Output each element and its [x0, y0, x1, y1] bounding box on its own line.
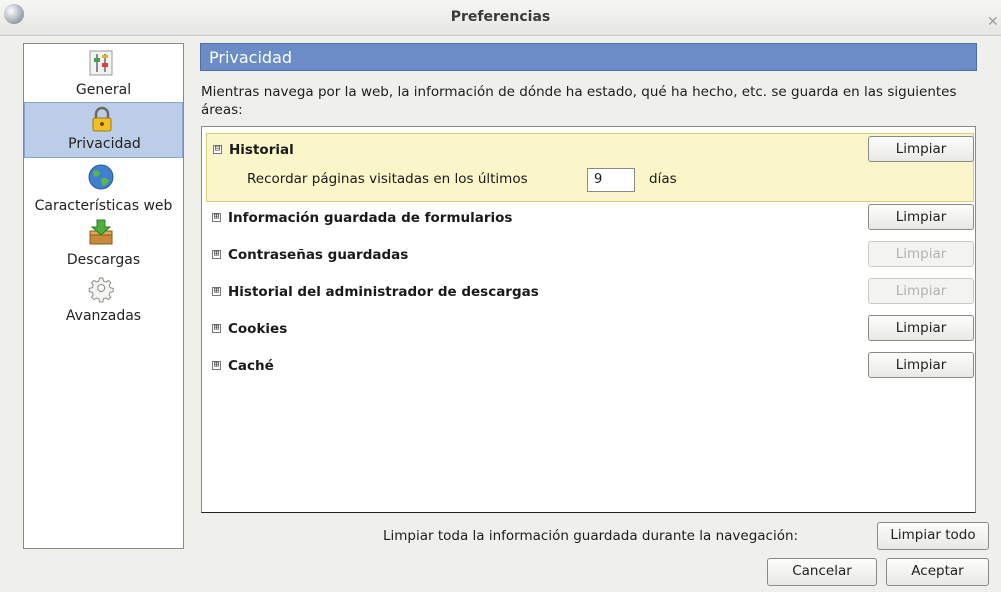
section-name[interactable]: Historial del administrador de descargas [228, 284, 539, 300]
category-caracteristicas-web[interactable]: Características web [24, 162, 183, 216]
download-box-icon [86, 218, 116, 248]
close-icon[interactable]: ✕ [987, 14, 1001, 30]
remember-label: Recordar páginas visitadas en los último… [247, 171, 528, 187]
clear-all-button[interactable]: Limpiar todo [877, 522, 989, 550]
days-unit-label: días [649, 171, 677, 187]
privacy-sections-list: ⊟ Historial Limpiar Recordar páginas vis… [201, 126, 976, 513]
privacy-panel: Privacidad Mientras navega por la web, l… [200, 43, 977, 513]
section-contrasenas: ⊞ Contraseñas guardadas Limpiar [206, 237, 974, 273]
section-name[interactable]: Caché [228, 358, 274, 374]
sliders-icon [86, 48, 116, 78]
section-cookies: ⊞ Cookies Limpiar [206, 311, 974, 347]
expand-icon[interactable]: ⊞ [212, 213, 221, 222]
clear-contrasenas-button: Limpiar [868, 241, 974, 267]
category-privacidad[interactable]: Privacidad [24, 102, 183, 158]
collapse-icon[interactable]: ⊟ [213, 145, 222, 154]
title-bar: Preferencias ✕ [0, 0, 1001, 36]
expand-icon[interactable]: ⊞ [212, 324, 221, 333]
category-general[interactable]: General [24, 44, 183, 104]
section-formularios: ⊞ Información guardada de formularios Li… [206, 200, 974, 236]
section-descargas: ⊞ Historial del administrador de descarg… [206, 274, 974, 310]
section-name[interactable]: Cookies [228, 321, 287, 337]
padlock-icon [87, 104, 117, 134]
clear-cache-button[interactable]: Limpiar [868, 352, 974, 378]
section-name[interactable]: Información guardada de formularios [228, 210, 512, 226]
clear-descargas-button: Limpiar [868, 278, 974, 304]
clear-historial-button[interactable]: Limpiar [868, 136, 974, 162]
panel-title: Privacidad [209, 48, 293, 67]
expand-icon[interactable]: ⊞ [212, 250, 221, 259]
days-input[interactable]: 9 [587, 168, 635, 192]
panel-header: Privacidad [200, 43, 977, 71]
globe-icon [86, 162, 116, 192]
expand-icon[interactable]: ⊞ [212, 287, 221, 296]
window-title: Preferencias [450, 9, 551, 25]
accept-button[interactable]: Aceptar [886, 558, 989, 586]
section-name[interactable]: Contraseñas guardadas [228, 247, 408, 263]
category-label: Descargas [66, 252, 141, 268]
gear-icon [86, 274, 116, 304]
expand-icon[interactable]: ⊞ [212, 361, 221, 370]
section-name[interactable]: Historial [229, 142, 294, 158]
clear-cookies-button[interactable]: Limpiar [868, 315, 974, 341]
clear-formularios-button[interactable]: Limpiar [868, 204, 974, 230]
category-label: Avanzadas [65, 308, 142, 324]
category-avanzadas[interactable]: Avanzadas [24, 274, 183, 328]
category-label: Privacidad [68, 136, 141, 152]
category-label: Características web [34, 198, 173, 214]
category-label: General [75, 82, 132, 98]
cancel-button[interactable]: Cancelar [767, 558, 877, 586]
section-cache: ⊞ Caché Limpiar [206, 348, 974, 384]
panel-description: Mientras navega por la web, la informaci… [201, 84, 957, 118]
section-historial: ⊟ Historial Limpiar Recordar páginas vis… [206, 133, 974, 202]
preferences-window: General Privacidad Características web D… [0, 36, 1001, 592]
clear-all-label: Limpiar toda la información guardada dur… [383, 528, 799, 544]
category-descargas[interactable]: Descargas [24, 218, 183, 272]
category-list: General Privacidad Características web D… [23, 43, 184, 549]
